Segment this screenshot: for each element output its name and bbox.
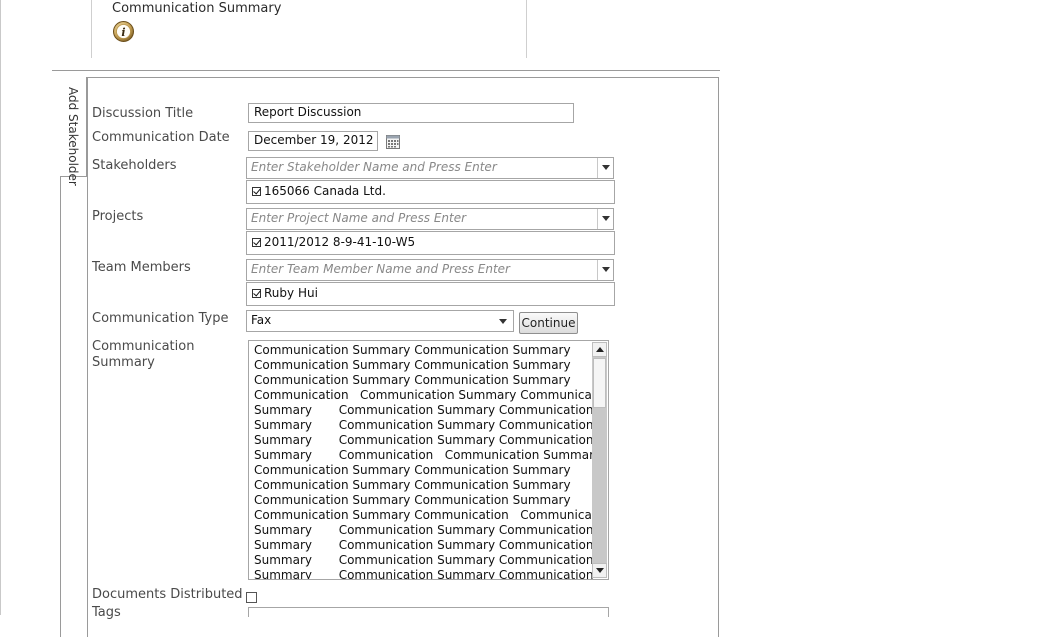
summary-line: Communication Summary Communication Summ…	[254, 493, 571, 507]
discussion-title-label: Discussion Title	[92, 106, 194, 121]
summary-line: Communication Summary Communication Comm…	[254, 508, 609, 522]
scroll-up-icon[interactable]	[592, 342, 607, 357]
page-title: Communication Summary	[112, 1, 282, 16]
projects-dropdown-icon[interactable]	[597, 209, 613, 229]
summary-line: Communication Communication Summary Comm…	[254, 388, 609, 402]
summary-line: Summary Communication Summary Communicat…	[254, 523, 594, 537]
summary-line: Communication Summary Communication Summ…	[254, 343, 571, 357]
team-members-label: Team Members	[92, 260, 191, 275]
team-members-dropdown-icon[interactable]	[597, 260, 613, 280]
textarea-scrollbar[interactable]	[592, 342, 607, 578]
tags-label: Tags	[92, 605, 121, 620]
summary-line: Communication Summary Communication Summ…	[254, 373, 571, 387]
summary-line: Summary Communication Summary Communicat…	[254, 568, 594, 580]
summary-line: Summary Communication Summary Communicat…	[254, 418, 594, 432]
add-stakeholder-tab[interactable]: Add Stakeholder	[60, 77, 87, 186]
add-stakeholder-tab-label: Add Stakeholder	[66, 87, 80, 186]
communication-type-value: Fax	[251, 313, 272, 327]
scrollbar-thumb[interactable]	[593, 358, 606, 408]
communication-type-label: Communication Type	[92, 311, 229, 326]
documents-distributed-checkbox[interactable]	[246, 592, 257, 603]
communication-date-input[interactable]: December 19, 2012	[248, 131, 378, 151]
summary-line: Summary Communication Summary Communicat…	[254, 553, 594, 567]
communication-date-label: Communication Date	[92, 130, 230, 145]
summary-line: Summary Communication Summary Communicat…	[254, 538, 594, 552]
team-members-search-combo[interactable]: Enter Team Member Name and Press Enter	[246, 259, 614, 281]
tags-input[interactable]	[248, 607, 609, 617]
communication-type-select[interactable]: Fax	[246, 310, 514, 332]
stakeholders-search-combo[interactable]: Enter Stakeholder Name and Press Enter	[246, 157, 614, 179]
summary-line: Communication Summary Communication Summ…	[254, 358, 571, 372]
scroll-down-icon[interactable]	[592, 563, 607, 578]
stakeholder-selected-label: 165066 Canada Ltd.	[264, 184, 386, 198]
form-frame-divider	[87, 77, 88, 637]
team-member-selected-label: Ruby Hui	[264, 286, 318, 300]
page-left-border	[0, 0, 1, 615]
header-separator	[52, 70, 720, 71]
communication-summary-label-line2: Summary	[92, 355, 155, 370]
projects-selected-list: 2011/2012 8-9-41-10-W5	[246, 231, 615, 255]
projects-label: Projects	[92, 209, 144, 224]
discussion-title-input[interactable]: Report Discussion	[248, 103, 574, 123]
summary-line: Communication Summary Communication Summ…	[254, 478, 571, 492]
summary-line: Communication Summary Communication Summ…	[254, 463, 571, 477]
summary-line: Summary Communication Summary Communicat…	[254, 433, 594, 447]
stakeholder-checkbox[interactable]	[252, 187, 261, 196]
projects-placeholder: Enter Project Name and Press Enter	[251, 211, 467, 225]
team-members-selected-list: Ruby Hui	[246, 282, 615, 306]
documents-distributed-checkbox-wrap	[246, 587, 260, 606]
communication-summary-textarea[interactable]: Communication Summary Communication Summ…	[248, 340, 609, 580]
svg-text:i: i	[121, 26, 125, 39]
stakeholders-label: Stakeholders	[92, 158, 177, 173]
project-checkbox[interactable]	[252, 238, 261, 247]
projects-search-combo[interactable]: Enter Project Name and Press Enter	[246, 208, 614, 230]
info-icon[interactable]: i	[113, 21, 134, 42]
communication-summary-label-line1: Communication	[92, 339, 195, 354]
continue-button[interactable]: Continue	[519, 312, 578, 334]
team-member-checkbox[interactable]	[252, 289, 261, 298]
stakeholders-dropdown-icon[interactable]	[597, 158, 613, 178]
documents-distributed-label: Documents Distributed	[92, 587, 243, 602]
stakeholders-placeholder: Enter Stakeholder Name and Press Enter	[251, 160, 497, 174]
team-members-placeholder: Enter Team Member Name and Press Enter	[251, 262, 510, 276]
summary-line: Summary Communication Communication Summ…	[254, 448, 602, 462]
communication-summary-text: Communication Summary Communication Summ…	[254, 343, 609, 580]
stakeholders-selected-list: 165066 Canada Ltd.	[246, 180, 615, 204]
header-right-divider	[526, 0, 527, 58]
calendar-icon[interactable]	[386, 134, 400, 149]
summary-line: Summary Communication Summary Communicat…	[254, 403, 594, 417]
project-selected-label: 2011/2012 8-9-41-10-W5	[264, 235, 416, 249]
header-left-divider	[91, 0, 92, 58]
